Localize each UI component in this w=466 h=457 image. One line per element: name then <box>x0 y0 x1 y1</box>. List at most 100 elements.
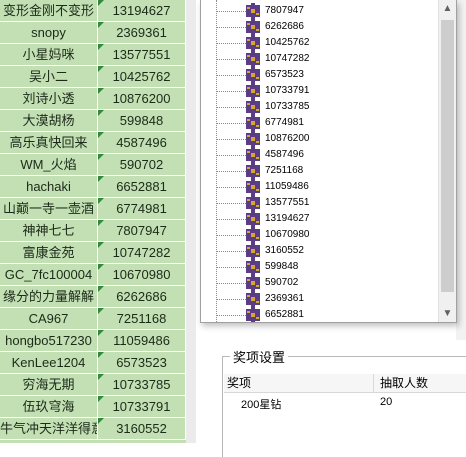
name-cell[interactable]: 变形金刚不变形 <box>0 0 98 22</box>
user-icon <box>245 51 261 67</box>
name-cell[interactable]: 小星妈咪 <box>0 44 98 66</box>
list-item[interactable]: 10733785 <box>216 99 431 115</box>
column-header-count[interactable]: 抽取人数 <box>377 374 466 392</box>
list-item[interactable]: 13577551 <box>216 195 431 211</box>
id-cell[interactable]: 10747282 <box>98 242 186 264</box>
user-icon <box>245 227 261 243</box>
id-cell[interactable]: 3160552 <box>98 418 186 440</box>
tree-connector <box>216 11 246 12</box>
list-item[interactable]: 6652881 <box>216 307 431 322</box>
list-item[interactable]: 10425762 <box>216 35 431 51</box>
id-cell[interactable]: 10733785 <box>98 374 186 396</box>
scroll-up-arrow[interactable]: ▲ <box>439 0 456 17</box>
name-cell[interactable]: 穷海无期 <box>0 374 98 396</box>
scroll-down-arrow[interactable]: ▼ <box>439 305 456 322</box>
user-icon <box>245 83 261 99</box>
name-cell[interactable]: WM_火焰 <box>0 154 98 176</box>
list-item[interactable]: 3160552 <box>216 243 431 259</box>
id-cell[interactable]: 6774981 <box>98 198 186 220</box>
list-item[interactable]: 10876200 <box>216 131 431 147</box>
user-icon <box>245 291 261 307</box>
list-item-label: 6262686 <box>265 21 304 32</box>
list-item-label: 6573523 <box>265 69 304 80</box>
id-cell[interactable]: 2369361 <box>98 22 186 44</box>
id-cell[interactable]: 10670980 <box>98 264 186 286</box>
name-cell[interactable]: GC_7fc100004 <box>0 264 98 286</box>
list-item-label: 599848 <box>265 261 299 272</box>
list-item[interactable]: 6262686 <box>216 19 431 35</box>
list-item-label: 6774981 <box>265 117 304 128</box>
name-cell[interactable]: 大漠胡杨 <box>0 110 98 132</box>
vertical-scrollbar[interactable]: ▲ ▼ <box>438 0 456 322</box>
list-item[interactable]: 7251168 <box>216 163 431 179</box>
column-header-prize[interactable]: 奖项 <box>224 374 374 392</box>
dropdown-list[interactable]: 7807947 6262686 10425762 10747282 6573523 107… <box>201 0 438 322</box>
user-icon <box>245 19 261 35</box>
list-item[interactable]: 13194627 <box>216 211 431 227</box>
list-item[interactable]: 6573523 <box>216 67 431 83</box>
scroll-thumb[interactable] <box>441 20 454 292</box>
list-item[interactable]: 6774981 <box>216 115 431 131</box>
list-item[interactable]: 10670980 <box>216 227 431 243</box>
list-item-label: 10733791 <box>265 85 310 96</box>
table-row: KenLee1204 6573523 <box>0 352 186 374</box>
table-row: 变形金刚不变形 13194627 <box>0 0 186 22</box>
name-cell[interactable]: KenLee1204 <box>0 352 98 374</box>
id-cell[interactable]: 10425762 <box>98 66 186 88</box>
name-cell[interactable]: 高乐真快回来 <box>0 132 98 154</box>
name-cell[interactable]: 山巅一寺一壶酒 <box>0 198 98 220</box>
sheet-gutter <box>186 0 196 443</box>
name-cell[interactable]: CA967 <box>0 308 98 330</box>
name-cell[interactable]: 神神七七 <box>0 220 98 242</box>
list-item[interactable]: 590702 <box>216 275 431 291</box>
count-cell[interactable]: 20 <box>380 396 392 408</box>
list-item-label: 10425762 <box>265 37 310 48</box>
id-cell[interactable]: 11059486 <box>98 330 186 352</box>
list-item-label: 13194627 <box>265 213 310 224</box>
id-cell[interactable]: 7251168 <box>98 308 186 330</box>
name-cell[interactable]: 刘诗小透 <box>0 88 98 110</box>
list-item-label: 11059486 <box>265 181 309 192</box>
spreadsheet: 变形金刚不变形 13194627 snopy 2369361 小星妈咪 13577551 吴… <box>0 0 186 443</box>
name-cell[interactable]: 吴小二 <box>0 66 98 88</box>
id-cell[interactable]: 10876200 <box>98 88 186 110</box>
name-cell[interactable]: 伍玖穹海 <box>0 396 98 418</box>
id-cell[interactable]: 10733791 <box>98 396 186 418</box>
user-icon <box>245 131 261 147</box>
name-cell[interactable]: 富康金苑 <box>0 242 98 264</box>
name-cell[interactable]: 牛气冲天洋洋得意 <box>0 418 98 440</box>
table-row: snopy 2369361 <box>0 22 186 44</box>
list-item-label: 10876200 <box>265 133 310 144</box>
name-cell[interactable]: hongbo517230 <box>0 330 98 352</box>
list-item[interactable]: 10747282 <box>216 51 431 67</box>
id-cell[interactable]: 13194627 <box>98 0 186 22</box>
user-icon <box>245 259 261 275</box>
name-cell[interactable]: hachaki <box>0 176 98 198</box>
id-cell[interactable]: 6262686 <box>98 286 186 308</box>
window-edge <box>456 0 466 340</box>
prize-cell[interactable]: 200星钻 <box>241 396 281 412</box>
list-item[interactable]: 7807947 <box>216 3 431 19</box>
list-item[interactable]: 4587496 <box>216 147 431 163</box>
id-cell[interactable]: 13577551 <box>98 44 186 66</box>
id-cell[interactable]: 599848 <box>98 110 186 132</box>
list-item-label: 2369361 <box>265 293 304 304</box>
table-row: GC_7fc100004 10670980 <box>0 264 186 286</box>
id-cell[interactable]: 4587496 <box>98 132 186 154</box>
name-cell[interactable]: snopy <box>0 22 98 44</box>
tree-connector <box>216 91 246 92</box>
id-cell[interactable]: 6652881 <box>98 176 186 198</box>
table-row: 缘分的力量解解 6262686 <box>0 286 186 308</box>
table-row: 高乐真快回来 4587496 <box>0 132 186 154</box>
id-cell[interactable]: 6573523 <box>98 352 186 374</box>
id-cell[interactable]: 7807947 <box>98 220 186 242</box>
list-item[interactable]: 11059486 <box>216 179 431 195</box>
list-item[interactable]: 2369361 <box>216 291 431 307</box>
name-cell[interactable]: 缘分的力量解解 <box>0 286 98 308</box>
list-item[interactable]: 599848 <box>216 259 431 275</box>
list-item[interactable]: 10733791 <box>216 83 431 99</box>
user-id-dropdown[interactable]: 7807947 6262686 10425762 10747282 6573523 107… <box>200 0 457 323</box>
tree-connector <box>216 75 246 76</box>
id-cell[interactable]: 590702 <box>98 154 186 176</box>
table-row: 富康金苑 10747282 <box>0 242 186 264</box>
